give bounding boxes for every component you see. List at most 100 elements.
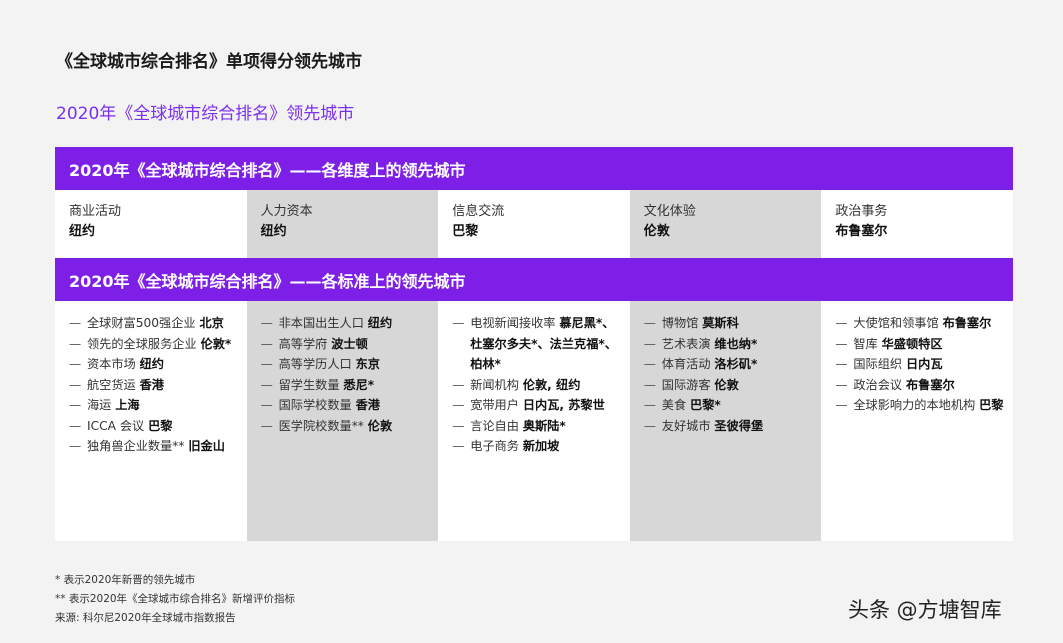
criteria-column: — 非本国出生人口 纽约 — 高等学府 波士顿 — 高等学历人口 东京 — 留学生数量 悉尼*… [246,301,439,541]
dash-bullet: — [643,377,656,392]
criteria-city: 伦敦 [367,418,393,433]
dimension-label: 政治事务 [835,204,888,219]
criteria-text: 电视新闻接收率 慕尼黑*、杜塞尔多夫*、法兰克福*、柏林* [470,313,624,375]
criteria-item: — 独角兽企业数量** 旧金山 [69,436,241,457]
criteria-label: 全球财富500强企业 [87,316,196,330]
criteria-label: 非本国出生人口 [278,316,364,330]
criteria-label: 国际游客 [661,377,711,392]
dimension-cell: 商业活动 纽约 [55,190,247,258]
criteria-city: 日内瓦, 苏黎世 [522,398,605,412]
dash-bullet: — [260,357,273,371]
criteria-city: 旧金山 [188,439,225,453]
criteria-item: — 全球影响力的本地机构 巴黎 [835,395,1007,416]
criteria-item: — ICCA 会议 巴黎 [69,416,241,437]
criteria-label: 国际组织 [853,357,903,371]
dash-bullet: — [835,398,848,412]
criteria-label: 友好城市 [661,418,711,433]
criteria-label: 国际学校数量 [278,398,352,412]
dash-bullet: — [260,418,273,433]
criteria-label: 全球影响力的本地机构 [853,398,976,412]
criteria-label: 海运 [87,398,112,412]
dash-bullet: — [452,316,465,330]
criteria-column: — 全球财富500强企业 北京 — 领先的全球服务企业 伦敦* — 资本市场 纽约 — 航空货… [55,301,247,541]
dash-bullet: — [260,336,273,351]
criteria-city: 巴黎 [979,398,1004,412]
criteria-city: 纽约 [367,316,393,330]
criteria-item: — 体育活动 洛杉矶* [644,354,816,375]
criteria-city: 布鲁塞尔 [942,316,992,330]
criteria-city: 悉尼* [343,377,375,392]
criteria-item: — 领先的全球服务企业 伦敦* [69,334,241,355]
criteria-city: 莫斯科 [702,316,739,330]
criteria-label: 领先的全球服务企业 [87,336,197,351]
criteria-label: 医学院校数量** [278,418,364,433]
dash-bullet: — [69,418,82,433]
criteria-column: — 大使馆和领事馆 布鲁塞尔 — 智库 华盛顿特区 — 国际组织 日内瓦 — 政治会议 布鲁塞… [821,301,1013,541]
criteria-text: 国际学校数量 香港 [279,395,433,416]
criteria-item: — 新闻机构 伦敦, 纽约 [452,375,624,396]
dimension-cell: 政治事务 布鲁塞尔 [821,190,1013,258]
criteria-label: 体育活动 [661,357,711,371]
criteria-text: 美食 巴黎* [662,395,816,416]
criteria-city: 波士顿 [331,336,368,351]
dimension-city: 伦敦 [643,224,670,239]
watermark: 头条 @方塘智库 [848,598,1002,622]
criteria-item: — 高等学府 波士顿 [261,334,433,355]
dash-bullet: — [835,316,848,330]
criteria-label: 大使馆和领事馆 [853,316,939,330]
criteria-item: — 智库 华盛顿特区 [835,334,1007,355]
dimension-band-header: 2020年《全球城市综合排名》——各维度上的领先城市 [55,147,1013,190]
criteria-item: — 高等学历人口 东京 [261,354,433,375]
criteria-item: — 留学生数量 悉尼* [261,375,433,396]
criteria-label: 独角兽企业数量** [87,439,185,453]
criteria-item: — 资本市场 纽约 [69,354,241,375]
criteria-text: 博物馆 莫斯科 [662,313,816,334]
criteria-text: 国际游客 伦敦 [662,375,816,396]
dash-bullet: — [643,316,656,330]
criteria-label: ICCA 会议 [87,418,145,433]
criteria-text: 航空货运 香港 [87,375,241,396]
dimension-city: 纽约 [69,224,96,239]
criteria-text: 全球财富500强企业 北京 [87,313,241,334]
criteria-item: — 医学院校数量** 伦敦 [261,416,433,437]
dimension-city: 纽约 [260,224,287,239]
criteria-city: 维也纳* [714,336,758,351]
criteria-item: — 美食 巴黎* [644,395,816,416]
criteria-label: 艺术表演 [661,336,711,351]
criteria-city: 洛杉矶* [714,357,758,371]
criteria-text: 海运 上海 [87,395,241,416]
dimension-label: 信息交流 [452,204,505,219]
dash-bullet: — [260,377,273,392]
criteria-city: 北京 [199,316,224,330]
criteria-item: — 政治会议 布鲁塞尔 [835,375,1007,396]
criteria-text: 体育活动 洛杉矶* [662,354,816,375]
criteria-label: 智库 [853,336,878,351]
criteria-item: — 全球财富500强企业 北京 [69,313,241,334]
criteria-city: 奥斯陆* [522,418,566,433]
criteria-item: — 言论自由 奥斯陆* [452,416,624,437]
criteria-text: 全球影响力的本地机构 巴黎 [853,395,1007,416]
criteria-text: 领先的全球服务企业 伦敦* [87,334,241,355]
page-title: 《全球城市综合排名》单项得分领先城市 [56,52,362,72]
criteria-row: — 全球财富500强企业 北京 — 领先的全球服务企业 伦敦* — 资本市场 纽约 — 航空货… [55,301,1013,541]
criteria-city: 日内瓦 [906,357,943,371]
criteria-label: 宽带用户 [470,398,519,412]
criteria-text: 宽带用户 日内瓦, 苏黎世 [470,395,624,416]
criteria-label: 电视新闻接收率 [470,316,556,330]
criteria-text: 资本市场 纽约 [87,354,241,375]
criteria-text: 国际组织 日内瓦 [853,354,1007,375]
criteria-item: — 海运 上海 [69,395,241,416]
criteria-city: 香港 [355,398,380,412]
dimension-label: 文化体验 [643,204,696,219]
criteria-text: 留学生数量 悉尼* [279,375,433,396]
dash-bullet: — [452,418,465,433]
dash-bullet: — [643,398,656,412]
criteria-text: 友好城市 圣彼得堡 [662,416,816,437]
criteria-text: 高等学府 波士顿 [279,334,433,355]
dash-bullet: — [69,316,82,330]
criteria-label: 航空货运 [87,377,136,392]
criteria-text: ICCA 会议 巴黎 [87,416,241,437]
criteria-city: 纽约 [139,357,164,371]
criteria-column: — 博物馆 莫斯科 — 艺术表演 维也纳* — 体育活动 洛杉矶* — 国际游客 伦敦 — 美食 … [629,301,822,541]
dash-bullet: — [69,439,82,453]
